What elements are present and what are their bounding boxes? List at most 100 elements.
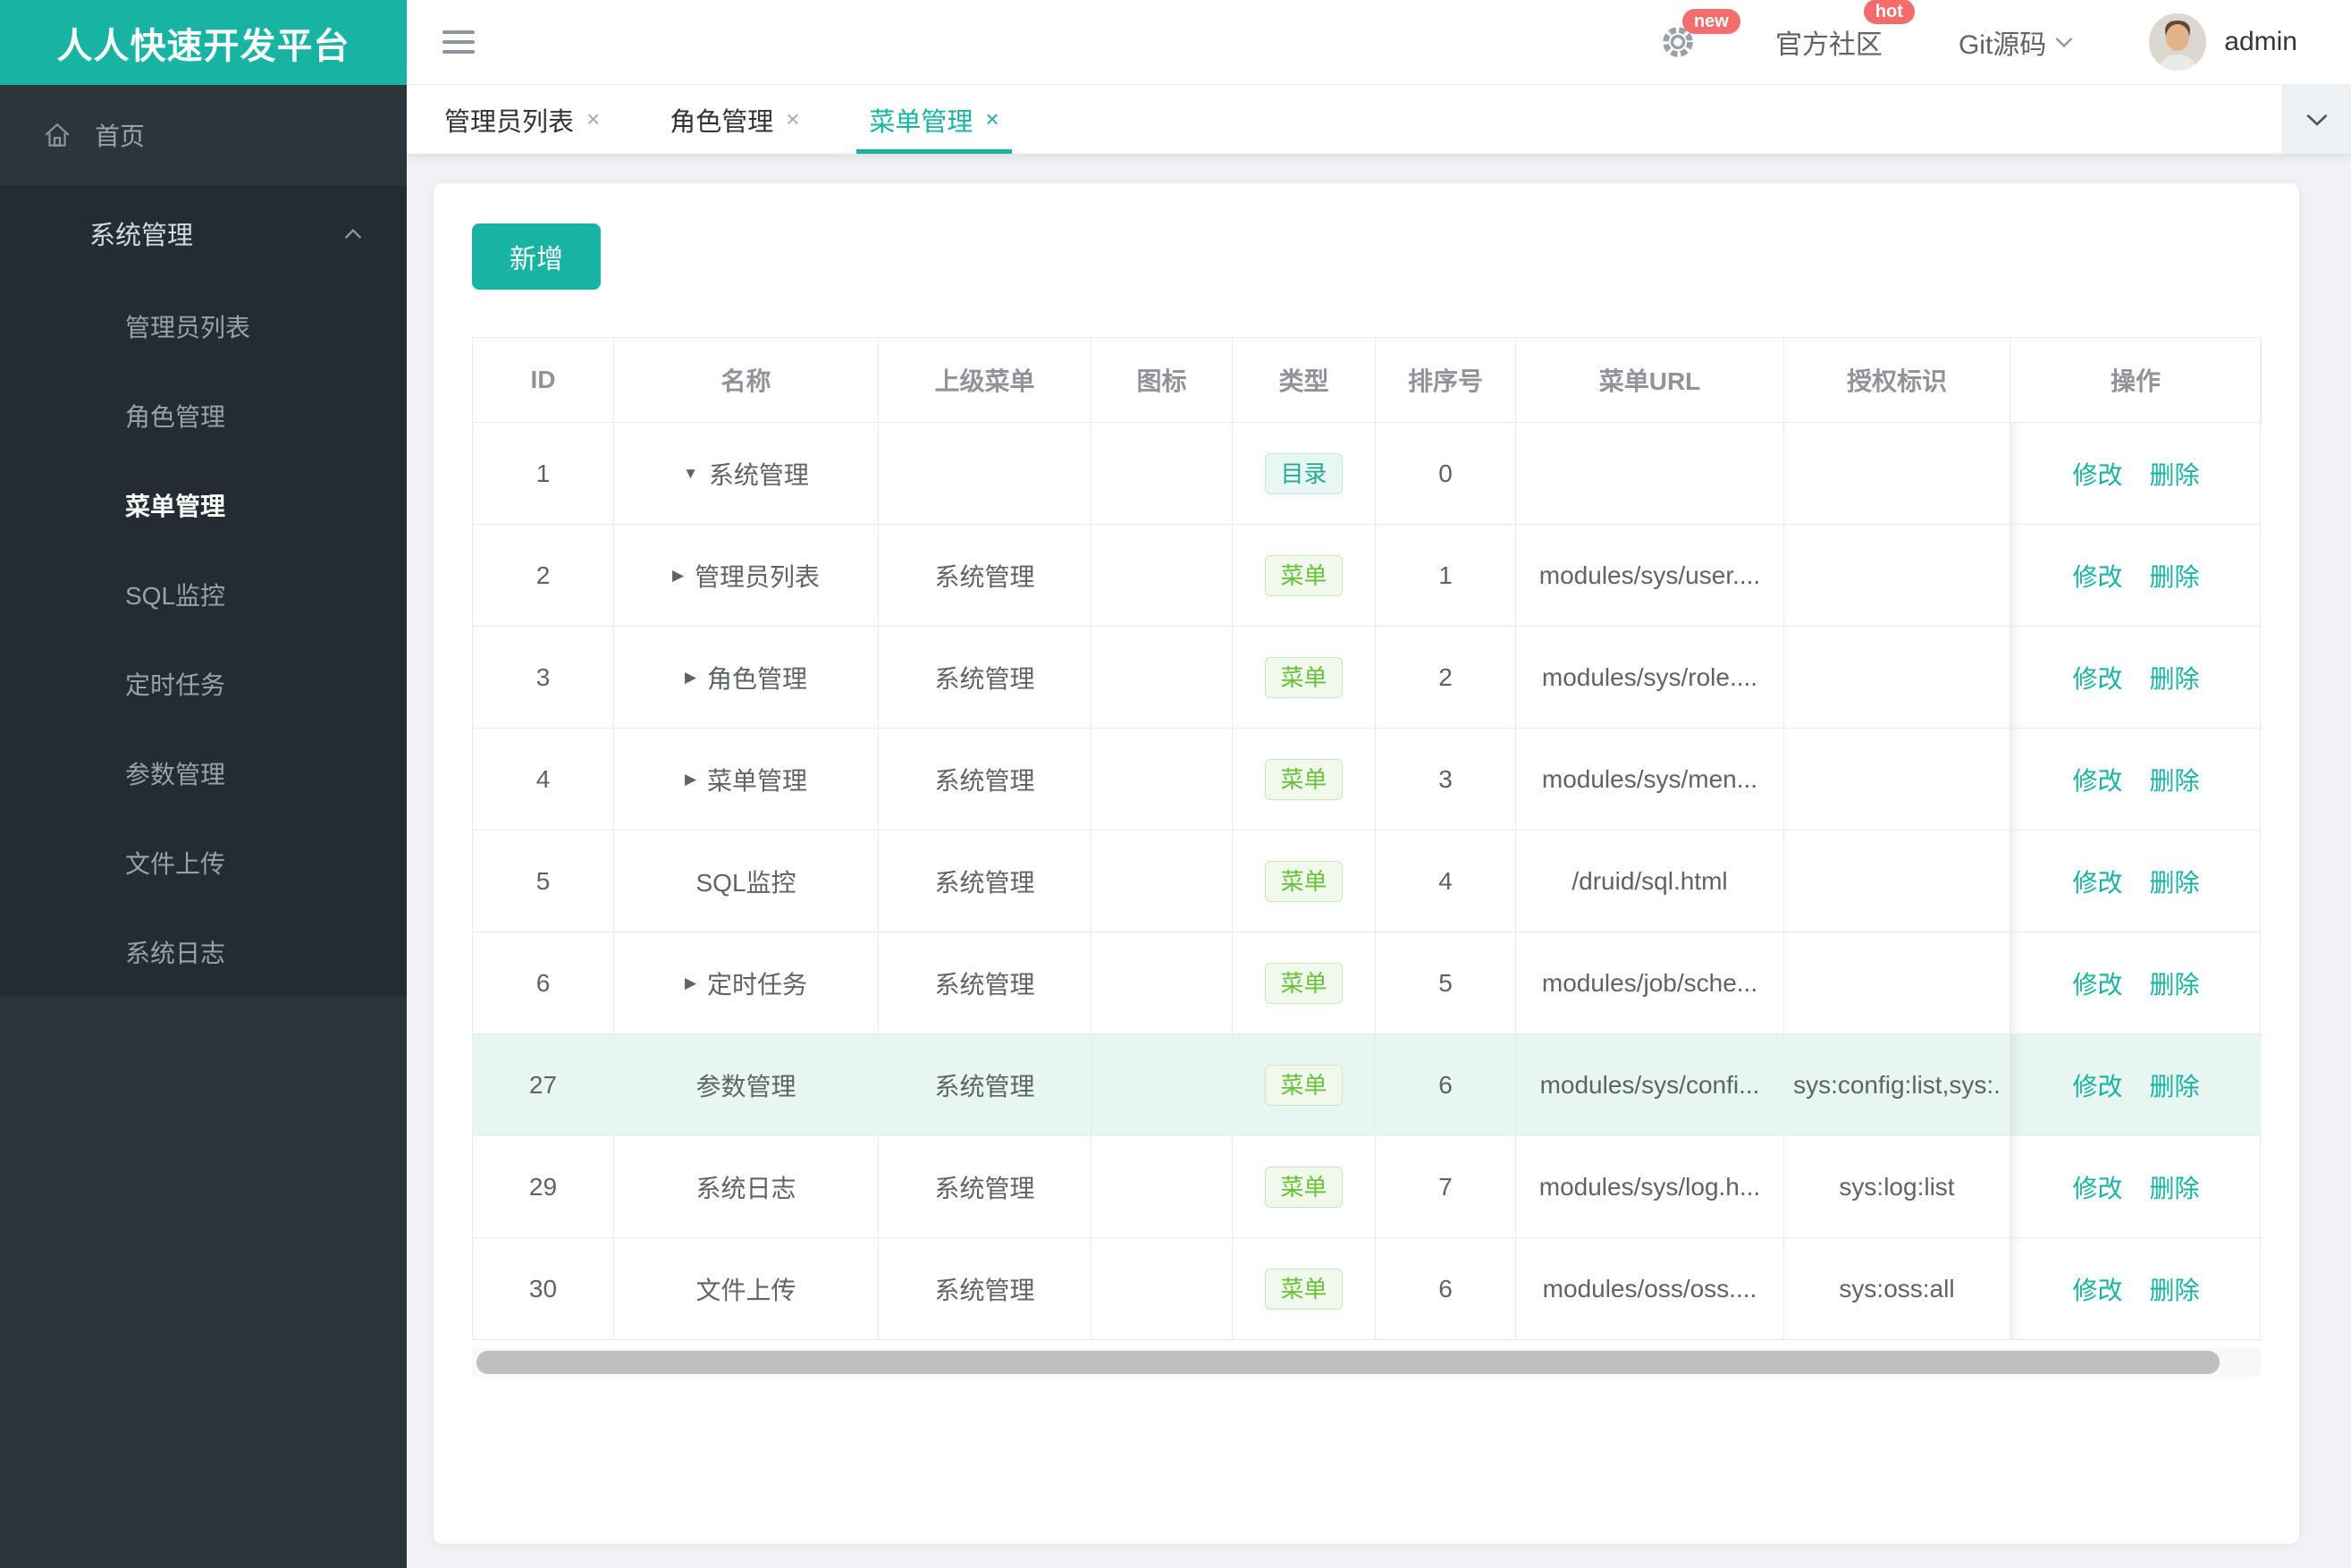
tab[interactable]: 角色管理 × <box>645 85 824 154</box>
sidebar-item[interactable]: 定时任务 <box>0 639 407 729</box>
type-badge: 菜单 <box>1265 860 1343 902</box>
sidebar-item[interactable]: SQL监控 <box>0 550 407 639</box>
expand-arrow-icon[interactable]: ▶ <box>685 771 696 788</box>
sidebar-item[interactable]: 参数管理 <box>0 729 407 818</box>
delete-link[interactable]: 删除 <box>2150 1067 2200 1103</box>
edit-link[interactable]: 修改 <box>2072 456 2122 492</box>
cell-parent-menu: 系统管理 <box>879 729 1091 830</box>
cell-order: 7 <box>1376 1136 1516 1238</box>
tab-close-icon[interactable]: × <box>985 105 999 133</box>
cell-order: 6 <box>1376 1034 1516 1136</box>
main-content: 新增 ID 名称 上级菜单 图标 类型 排序号 菜单URL 授权标识 操作 1 … <box>407 154 2351 1568</box>
sidebar-group-label: 系统管理 <box>89 222 194 250</box>
cell-menu-url: /druid/sql.html <box>1516 830 1784 932</box>
delete-link[interactable]: 删除 <box>2150 558 2200 594</box>
type-badge: 菜单 <box>1265 962 1343 1004</box>
delete-link[interactable]: 删除 <box>2150 660 2200 695</box>
tab-label: 角色管理 <box>670 107 774 137</box>
table-row: 2 ▶ 管理员列表 系统管理 菜单 1 modules/sys/user.... <box>473 525 2262 627</box>
cell-parent-menu: 系统管理 <box>879 830 1091 932</box>
type-badge: 菜单 <box>1265 1268 1343 1310</box>
edit-link[interactable]: 修改 <box>2072 660 2122 695</box>
table-row: 4 ▶ 菜单管理 系统管理 菜单 3 modules/sys/men... 修改… <box>473 729 2262 830</box>
community-link[interactable]: 官方社区 hot <box>1775 0 1915 62</box>
sidebar-item[interactable]: 角色管理 <box>0 371 407 460</box>
tab[interactable]: 菜单管理 × <box>844 85 1024 154</box>
tab[interactable]: 管理员列表 × <box>419 85 625 154</box>
edit-link[interactable]: 修改 <box>2072 558 2122 594</box>
sidebar-item-label: 角色管理 <box>125 403 226 431</box>
expand-arrow-icon[interactable]: ▶ <box>685 974 696 992</box>
cell-name: SQL监控 <box>614 830 879 932</box>
tab-close-icon[interactable]: × <box>786 105 799 133</box>
header-actions: new 官方社区 hot Git源码 admin <box>1661 0 2351 71</box>
edit-link[interactable]: 修改 <box>2072 1067 2122 1103</box>
sidebar-item[interactable]: 文件上传 <box>0 818 407 907</box>
cell-id: 1 <box>473 423 614 525</box>
home-icon <box>43 122 72 148</box>
cell-id: 27 <box>473 1034 614 1136</box>
sidebar-item-home[interactable]: 首页 <box>0 85 407 185</box>
cell-icon <box>1091 627 1233 729</box>
delete-link[interactable]: 删除 <box>2150 762 2200 797</box>
tab-close-icon[interactable]: × <box>586 105 600 133</box>
app-screen: 人人快速开发平台 首页 系统管理 管理员列表 角色管理 菜单管理 SQL监控 定… <box>0 0 2351 1568</box>
cell-type: 菜单 <box>1233 627 1376 729</box>
sidebar-item-label: 菜单管理 <box>125 493 226 520</box>
chevron-down-icon <box>2055 36 2073 48</box>
table-row: 1 ▼ 系统管理 目录 0 修改 删除 <box>473 423 2262 525</box>
expand-arrow-icon[interactable]: ▶ <box>672 567 684 585</box>
cell-perms <box>1784 627 2010 729</box>
hamburger-menu-icon[interactable] <box>442 30 475 54</box>
cell-parent-menu: 系统管理 <box>879 1136 1091 1238</box>
user-name[interactable]: admin <box>2224 27 2297 57</box>
sidebar-item[interactable]: 菜单管理 <box>0 460 407 550</box>
cell-parent-menu: 系统管理 <box>879 932 1091 1034</box>
horizontal-scrollbar-thumb[interactable] <box>476 1351 2220 1374</box>
table-row: 29 系统日志 系统管理 菜单 7 modules/sys/log.h... s… <box>473 1136 2262 1238</box>
type-badge: 目录 <box>1265 452 1343 494</box>
horizontal-scrollbar-track <box>472 1348 2261 1377</box>
delete-link[interactable]: 删除 <box>2150 965 2200 1001</box>
delete-link[interactable]: 删除 <box>2150 1271 2200 1307</box>
delete-link[interactable]: 删除 <box>2150 864 2200 899</box>
edit-link[interactable]: 修改 <box>2072 1271 2122 1307</box>
table-header-cell: 名称 <box>614 338 879 423</box>
chevron-up-icon <box>344 227 362 240</box>
table-row: 30 文件上传 系统管理 菜单 6 modules/oss/oss.... sy… <box>473 1238 2262 1340</box>
settings-button[interactable]: new <box>1661 9 1740 59</box>
sidebar-group-system[interactable]: 系统管理 <box>0 185 407 282</box>
sidebar-item-label: SQL监控 <box>125 582 226 610</box>
cell-type: 菜单 <box>1233 1136 1376 1238</box>
cell-menu-url: modules/sys/log.h... <box>1516 1136 1784 1238</box>
cell-menu-url <box>1516 423 1784 525</box>
delete-link[interactable]: 删除 <box>2150 456 2200 492</box>
sidebar-item[interactable]: 管理员列表 <box>0 282 407 371</box>
cell-perms <box>1784 729 2010 830</box>
delete-link[interactable]: 删除 <box>2150 1169 2200 1205</box>
git-source-link[interactable]: Git源码 <box>1959 22 2073 62</box>
cell-perms <box>1784 525 2010 627</box>
cell-icon <box>1091 1034 1233 1136</box>
edit-link[interactable]: 修改 <box>2072 864 2122 899</box>
expand-arrow-icon[interactable]: ▶ <box>685 669 696 687</box>
edit-link[interactable]: 修改 <box>2072 965 2122 1001</box>
edit-link[interactable]: 修改 <box>2072 1169 2122 1205</box>
edit-link[interactable]: 修改 <box>2072 762 2122 797</box>
cell-name: ▶ 菜单管理 <box>614 729 879 830</box>
avatar[interactable] <box>2149 13 2207 71</box>
cell-type: 菜单 <box>1233 525 1376 627</box>
tab-label: 菜单管理 <box>869 107 973 137</box>
cell-name: ▶ 管理员列表 <box>614 525 879 627</box>
cell-order: 3 <box>1376 729 1516 830</box>
expand-arrow-icon[interactable]: ▼ <box>683 465 698 483</box>
cell-name: 文件上传 <box>614 1238 879 1340</box>
cell-icon <box>1091 932 1233 1034</box>
tab-list-dropdown-button[interactable] <box>2282 85 2351 154</box>
cell-actions: 修改 删除 <box>2010 1238 2262 1340</box>
add-button[interactable]: 新增 <box>472 223 601 290</box>
table-header-cell: 上级菜单 <box>879 338 1091 423</box>
sidebar-item[interactable]: 系统日志 <box>0 907 407 997</box>
chevron-down-icon <box>2306 113 2328 127</box>
cell-type: 菜单 <box>1233 1238 1376 1340</box>
